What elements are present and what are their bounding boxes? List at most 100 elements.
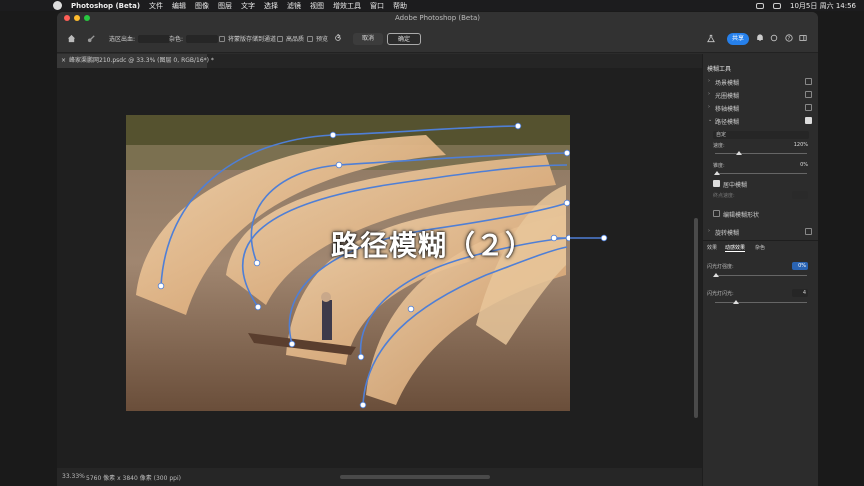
control-center-icon[interactable] <box>756 2 765 9</box>
blur-tool-icon[interactable] <box>87 34 96 43</box>
tab-effects[interactable]: 效果 <box>707 244 717 251</box>
end-speed-label: 终点速度: <box>713 193 735 199</box>
strobe-strength-field[interactable]: 0% <box>792 262 808 270</box>
field-blur-checkbox[interactable] <box>805 78 812 85</box>
options-bar: 选区出血: 杂色: 将蒙版存储到通道 高品质 预览 取消 确定 共享 ? <box>57 25 818 53</box>
overlay-caption: 路径模糊（２） <box>331 229 535 262</box>
share-button[interactable]: 共享 <box>727 33 749 45</box>
home-icon[interactable] <box>67 34 76 43</box>
row-edit-shapes[interactable]: 编辑模糊形状 <box>703 208 818 220</box>
cancel-button[interactable]: 取消 <box>353 33 383 45</box>
menu-type[interactable]: 文字 <box>241 1 255 11</box>
centered-blur-checkbox[interactable] <box>713 180 720 187</box>
row-field-blur[interactable]: › 场景模糊 <box>703 76 818 88</box>
chevron-right-icon: › <box>708 228 710 234</box>
document-tab-label: 峰家渠鹏网210.psdc @ 33.3% (图层 0, RGB/16*) * <box>69 57 214 64</box>
tilt-shift-checkbox[interactable] <box>805 104 812 111</box>
speed-value[interactable]: 120% <box>794 142 808 148</box>
taper-slider-thumb[interactable] <box>714 171 720 175</box>
row-path-blur[interactable]: ⌄ 路径模糊 <box>703 115 818 127</box>
document-tab-bar: × 峰家渠鹏网210.psdc @ 33.3% (图层 0, RGB/16*) … <box>57 54 702 68</box>
document-tab[interactable]: × 峰家渠鹏网210.psdc @ 33.3% (图层 0, RGB/16*) … <box>57 54 214 68</box>
flask-icon[interactable] <box>707 34 715 43</box>
apple-icon[interactable] <box>53 1 62 10</box>
document-dimensions: 5760 像素 x 3840 像素 (300 ppi) <box>86 475 181 482</box>
edit-shapes-checkbox[interactable] <box>713 210 720 217</box>
menu-help[interactable]: 帮助 <box>393 1 407 11</box>
spin-blur-checkbox[interactable] <box>805 228 812 235</box>
horizontal-scrollbar[interactable] <box>340 475 490 479</box>
tab-motion-effects[interactable]: 动感效果 <box>725 244 746 252</box>
strobe-strength-slider[interactable] <box>715 275 807 276</box>
noise-field[interactable] <box>186 34 219 43</box>
cloud-icon[interactable] <box>770 34 778 42</box>
menu-image[interactable]: 图像 <box>195 1 209 11</box>
maximize-button[interactable] <box>84 15 90 21</box>
workspace-icon[interactable] <box>799 34 807 42</box>
chevron-down-icon: ⌄ <box>708 117 713 123</box>
chevron-right-icon: › <box>708 104 710 110</box>
save-mask-checkbox[interactable] <box>219 35 225 42</box>
help-icon[interactable]: ? <box>785 34 793 42</box>
menu-file[interactable]: 文件 <box>149 1 163 11</box>
path-handle-extension[interactable] <box>570 234 610 242</box>
row-path-blur-label: 路径模糊 <box>715 119 740 126</box>
preview-checkbox[interactable] <box>307 35 313 42</box>
menu-bar: Photoshop (Beta) 文件 编辑 图像 图层 文字 选择 滤镜 视图… <box>0 0 864 11</box>
close-button[interactable] <box>64 15 70 21</box>
row-tilt-shift[interactable]: › 移轴模糊 <box>703 102 818 114</box>
high-quality-checkbox[interactable] <box>277 35 283 42</box>
title-bar: Adobe Photoshop (Beta) <box>57 12 818 25</box>
strobe-flashes-slider[interactable] <box>715 302 807 303</box>
preset-select-value: 自定 <box>716 132 727 138</box>
menu-window[interactable]: 窗口 <box>370 1 384 11</box>
canvas-area[interactable] <box>57 68 702 468</box>
bell-icon[interactable] <box>756 34 764 42</box>
speed-label: 速度: <box>713 143 725 149</box>
row-spin-blur[interactable]: › 旋转模糊 <box>703 226 818 238</box>
speed-slider-thumb[interactable] <box>736 151 742 155</box>
vertical-scrollbar[interactable] <box>694 218 698 418</box>
panel-subtabs: 效果 动感效果 杂色 <box>703 240 818 252</box>
strobe-flashes-field[interactable]: 4 <box>792 289 808 297</box>
menu-filter[interactable]: 滤镜 <box>287 1 301 11</box>
taper-label: 锥度: <box>713 163 725 169</box>
row-tilt-shift-label: 移轴模糊 <box>715 106 740 113</box>
blur-tools-panel: 模糊工具 › 场景模糊 › 光圈模糊 › 移轴模糊 ⌄ 路径模糊 自定 速度: … <box>702 54 818 486</box>
zoom-level[interactable]: 33.33% <box>62 473 85 480</box>
status-bar: 33.33% 5760 像素 x 3840 像素 (300 ppi) <box>57 468 702 486</box>
chevron-right-icon: › <box>708 78 710 84</box>
speed-slider[interactable] <box>715 153 807 154</box>
iris-blur-checkbox[interactable] <box>805 91 812 98</box>
menu-app[interactable]: Photoshop (Beta) <box>71 2 140 10</box>
selection-bleed-field[interactable] <box>138 34 171 43</box>
row-field-blur-label: 场景模糊 <box>715 80 740 87</box>
tab-noise[interactable]: 杂色 <box>755 244 765 251</box>
strobe-strength-label: 闪光灯强度: <box>707 264 734 270</box>
strobe-strength-thumb[interactable] <box>713 273 719 277</box>
preset-select[interactable]: 自定 <box>713 131 809 139</box>
reset-icon[interactable] <box>334 34 342 42</box>
row-iris-blur-label: 光圈模糊 <box>715 93 740 100</box>
menu-plugins[interactable]: 增效工具 <box>333 1 361 11</box>
menu-select[interactable]: 选择 <box>264 1 278 11</box>
ok-button[interactable]: 确定 <box>387 33 421 45</box>
clock[interactable]: 10月5日 周六 14:56 <box>790 1 856 11</box>
taper-slider[interactable] <box>715 173 807 174</box>
chevron-right-icon: › <box>708 91 710 97</box>
minimize-button[interactable] <box>74 15 80 21</box>
row-iris-blur[interactable]: › 光圈模糊 <box>703 89 818 101</box>
centered-blur-label: 居中模糊 <box>723 182 748 189</box>
menu-layer[interactable]: 图层 <box>218 1 232 11</box>
noise-label: 杂色: <box>169 36 184 43</box>
taper-value[interactable]: 0% <box>800 162 808 168</box>
path-blur-checkbox[interactable] <box>805 117 812 124</box>
end-speed-field <box>792 191 808 199</box>
menu-view[interactable]: 视图 <box>310 1 324 11</box>
battery-icon[interactable] <box>773 2 782 9</box>
row-centered-blur[interactable]: 居中模糊 <box>703 178 818 190</box>
strobe-flashes-thumb[interactable] <box>733 300 739 304</box>
close-tab-icon[interactable]: × <box>61 54 66 68</box>
menu-edit[interactable]: 编辑 <box>172 1 186 11</box>
row-spin-blur-label: 旋转模糊 <box>715 230 740 237</box>
